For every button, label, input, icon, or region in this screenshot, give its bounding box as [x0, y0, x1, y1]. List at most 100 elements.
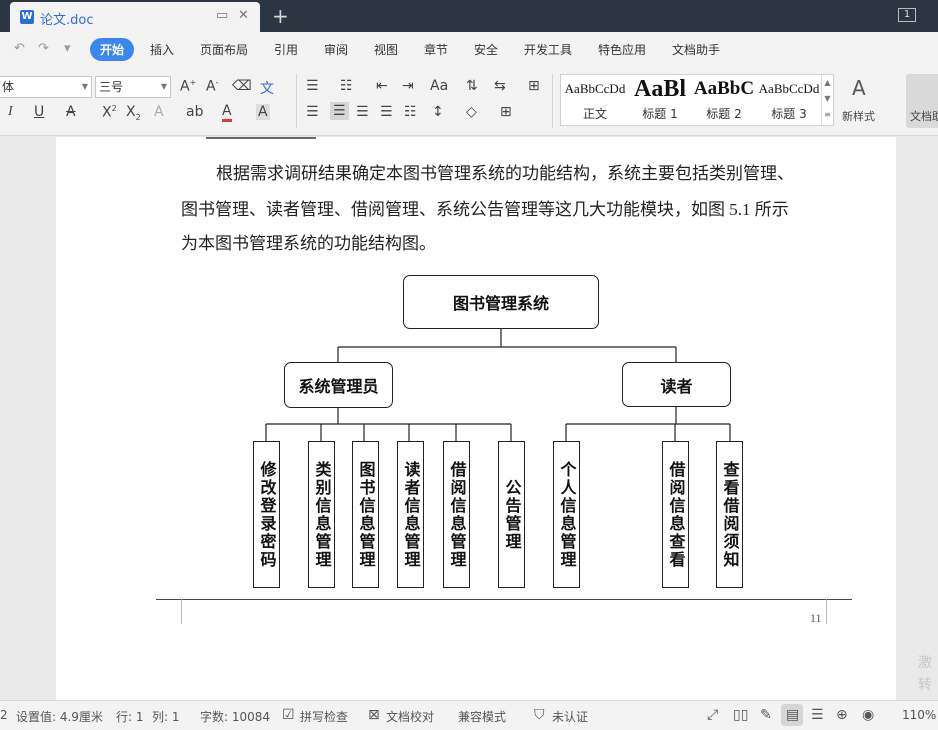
pen-icon[interactable]: ✎: [760, 707, 772, 723]
eye-protection-icon[interactable]: ◉: [862, 707, 874, 723]
chevron-down-icon[interactable]: ▼: [824, 94, 830, 103]
style-normal[interactable]: AaBbCcDd 正文: [563, 75, 627, 125]
diagram-leaf: 借阅信息查看: [662, 441, 689, 588]
reading-mode-icon[interactable]: ▯▯: [733, 707, 748, 723]
style-heading-2[interactable]: AaBbC 标题 2: [693, 75, 755, 125]
document-area: 根据需求调研结果确定本图书管理系统的功能结构，系统主要包括类别管理、 图书管理、…: [0, 137, 938, 700]
restore-icon[interactable]: ▭: [216, 8, 228, 23]
diagram-leaf: 个人信息管理: [553, 441, 580, 588]
document-tab[interactable]: W 论文.doc ▭ ✕: [10, 2, 260, 32]
window-count-badge[interactable]: 1: [898, 8, 916, 22]
menu-view[interactable]: 视图: [374, 41, 398, 58]
border-icon[interactable]: ⊞: [500, 104, 512, 120]
menu-references[interactable]: 引用: [274, 41, 298, 58]
diagram-leaf: 读者信息管理: [397, 441, 424, 588]
italic-icon[interactable]: I: [8, 104, 13, 120]
chevron-up-icon[interactable]: ▲: [824, 78, 830, 87]
menu-page-layout[interactable]: 页面布局: [200, 41, 248, 58]
word-doc-icon: W: [20, 10, 34, 24]
menu-developer[interactable]: 开发工具: [524, 41, 572, 58]
char-shading-icon[interactable]: A: [256, 104, 270, 120]
distributed-icon[interactable]: ☷: [404, 104, 417, 120]
spell-check-button[interactable]: 拼写检查: [300, 708, 348, 725]
font-name-select[interactable]: 体 ▼: [0, 76, 92, 98]
style-gallery: AaBbCcDd 正文 AaBl 标题 1 AaBbC 标题 2 AaBbCcD…: [560, 74, 834, 126]
bullet-list-icon[interactable]: ☰: [306, 78, 319, 94]
highlight-icon[interactable]: ab: [186, 104, 203, 120]
style-sample: AaBbC: [693, 78, 755, 99]
style-heading-1[interactable]: AaBl 标题 1: [629, 75, 691, 125]
align-right-icon[interactable]: ☰: [356, 104, 369, 120]
font-color-icon[interactable]: A: [222, 104, 232, 122]
diagram-leaf: 类别信息管理: [308, 441, 335, 588]
font-size-select[interactable]: 三号 ▼: [95, 76, 171, 98]
menu-security[interactable]: 安全: [474, 41, 498, 58]
shrink-font-icon[interactable]: A-: [206, 78, 218, 95]
document-page[interactable]: 根据需求调研结果确定本图书管理系统的功能结构，系统主要包括类别管理、 图书管理、…: [56, 137, 896, 700]
menu-home[interactable]: 开始: [90, 38, 135, 61]
watermark-text: 转: [918, 677, 932, 693]
sort-icon[interactable]: ⇅: [466, 78, 478, 94]
subscript-icon[interactable]: X2: [126, 104, 141, 122]
table-icon[interactable]: ⊞: [528, 78, 540, 94]
status-word-count[interactable]: 字数: 10084: [200, 708, 270, 725]
style-name: 正文: [582, 107, 607, 121]
fullscreen-icon[interactable]: ⤢: [707, 707, 718, 723]
status-row: 行: 1: [116, 710, 144, 724]
style-heading-3[interactable]: AaBbCcDd 标题 3: [757, 75, 821, 125]
redo-icon[interactable]: ↷: [38, 41, 49, 56]
diagram-leaf: 公告管理: [498, 441, 525, 588]
superscript-icon[interactable]: X2: [102, 104, 117, 121]
new-style-icon[interactable]: A: [852, 76, 866, 100]
zoom-level[interactable]: 110%: [902, 708, 936, 722]
numbered-list-icon[interactable]: ☷: [340, 78, 353, 94]
document-tab-title[interactable]: 论文.doc: [40, 9, 94, 28]
text-effect-icon[interactable]: A: [154, 104, 164, 120]
style-sample: AaBl: [633, 76, 686, 102]
close-icon[interactable]: ✕: [238, 8, 249, 23]
page-view-icon[interactable]: ▤: [786, 707, 799, 723]
align-left-icon[interactable]: ☰: [306, 104, 319, 120]
menu-features[interactable]: 特色应用: [598, 41, 646, 58]
show-marks-icon[interactable]: ⇆: [494, 78, 506, 94]
increase-indent-icon[interactable]: ⇥: [402, 78, 414, 94]
doc-helper-button[interactable]: 文档助: [906, 74, 938, 128]
proofread-button[interactable]: 文档校对: [386, 708, 434, 725]
style-gallery-scroll[interactable]: ▲ ▼ ≡: [821, 75, 833, 125]
gallery-more-icon[interactable]: ≡: [824, 110, 831, 119]
line-spacing-icon[interactable]: ↕: [432, 104, 444, 120]
phonetic-icon[interactable]: 文: [260, 78, 274, 98]
diagram-group-reader: 读者: [622, 362, 731, 407]
change-case-icon[interactable]: Aa: [430, 78, 448, 94]
ribbon-divider: [296, 74, 297, 128]
align-center-icon[interactable]: ☰: [330, 102, 349, 120]
underline-icon[interactable]: U: [34, 104, 44, 120]
shield-icon: ⛉: [534, 707, 545, 723]
grow-font-icon[interactable]: A+: [180, 78, 196, 95]
menu-insert[interactable]: 插入: [150, 41, 174, 58]
status-page[interactable]: 2: [0, 708, 8, 722]
justify-icon[interactable]: ☰: [380, 104, 393, 120]
web-view-icon[interactable]: ⊕: [836, 707, 848, 723]
proofread-icon[interactable]: ⊠: [368, 707, 380, 723]
shading-icon[interactable]: ◇: [466, 104, 477, 120]
auth-status[interactable]: 未认证: [552, 708, 588, 725]
menu-chapter[interactable]: 章节: [424, 41, 448, 58]
quick-access-dropdown-icon[interactable]: ▾: [64, 41, 71, 56]
clear-format-icon[interactable]: ⌫: [232, 78, 252, 94]
menu-bar: ↶ ↷ ▾ 开始 插入 页面布局 引用 审阅 视图 章节 安全 开发工具 特色应…: [0, 32, 938, 66]
status-col: 列: 1: [152, 710, 180, 724]
strikethrough-icon[interactable]: A: [66, 104, 76, 120]
menu-doc-helper[interactable]: 文档助手: [672, 41, 720, 58]
page-number: 11: [810, 611, 822, 625]
outline-view-icon[interactable]: ☰: [811, 707, 824, 723]
spell-check-icon[interactable]: ☑: [282, 707, 295, 723]
doc-helper-label: 文档助: [910, 110, 938, 123]
new-tab-button[interactable]: +: [272, 4, 289, 28]
diagram-root-box: 图书管理系统: [403, 275, 599, 329]
decrease-indent-icon[interactable]: ⇤: [376, 78, 388, 94]
new-style-button[interactable]: 新样式: [842, 108, 875, 124]
compat-mode-label: 兼容模式: [458, 710, 507, 724]
undo-icon[interactable]: ↶: [14, 41, 25, 56]
menu-review[interactable]: 审阅: [324, 41, 348, 58]
